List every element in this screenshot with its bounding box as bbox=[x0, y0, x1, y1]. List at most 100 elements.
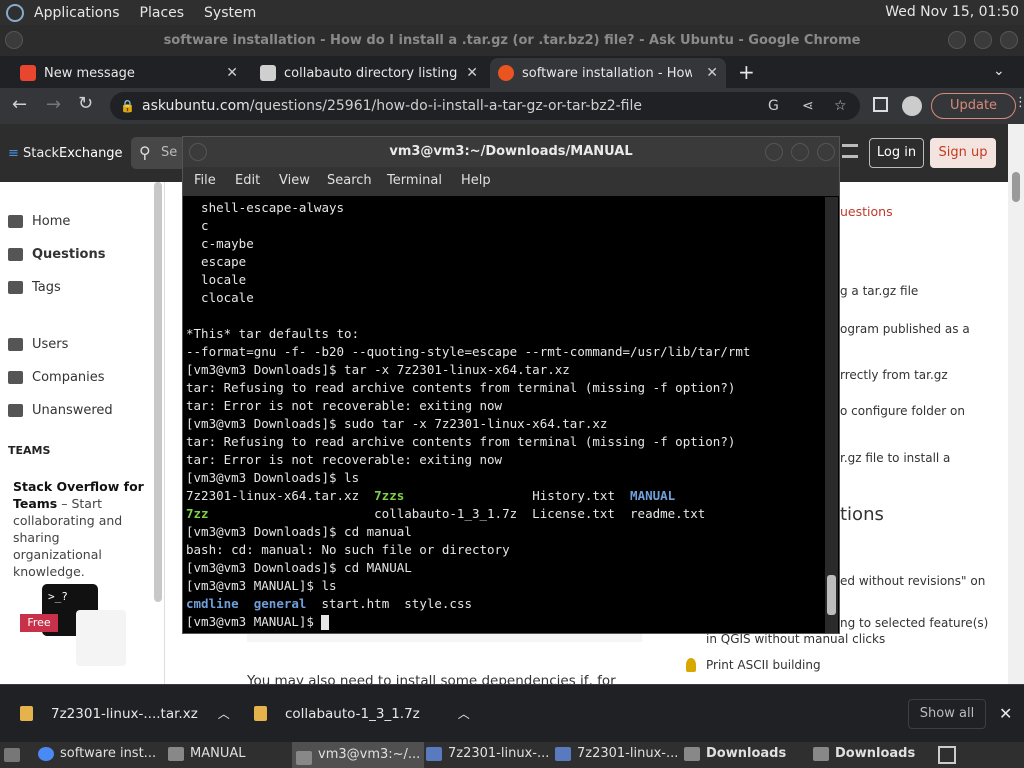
terminal-scrollbar-thumb[interactable] bbox=[827, 575, 836, 615]
related-question-1[interactable]: g a tar.gz file bbox=[840, 284, 918, 298]
download-item-1[interactable]: 7z2301-linux-....tar.xz ︿ bbox=[20, 705, 230, 722]
terminal-output[interactable]: shell-escape-always c c-maybe escape loc… bbox=[186, 199, 822, 631]
left-sidebar: Home Questions Tags Users Companies Unan… bbox=[0, 182, 165, 684]
terminal-maximize-icon[interactable] bbox=[791, 143, 809, 161]
tab-search-icon[interactable]: ⌄ bbox=[993, 63, 1005, 79]
hot-question-2[interactable]: ng to selected feature(s) bbox=[840, 616, 988, 630]
distro-logo-icon[interactable] bbox=[6, 3, 24, 22]
lock-icon[interactable]: 🔒 bbox=[120, 92, 135, 120]
bookmark-star-icon[interactable]: ☆ bbox=[834, 92, 847, 120]
menu-search[interactable]: Search bbox=[327, 173, 372, 188]
tab-collabauto[interactable]: collabauto directory listing ✕ bbox=[252, 58, 484, 88]
terminal-scrollbar[interactable] bbox=[825, 197, 838, 633]
hot-question-3[interactable]: Print ASCII building bbox=[706, 658, 821, 672]
task-archive-1[interactable]: 7z2301-linux-... bbox=[426, 746, 549, 761]
google-lens-icon[interactable]: G bbox=[768, 92, 779, 120]
terminal-icon bbox=[296, 751, 312, 765]
system-menu[interactable]: System bbox=[204, 5, 256, 21]
terminal-line: [vm3@vm3 Downloads]$ cd MANUAL bbox=[186, 560, 412, 575]
chrome-menu-icon[interactable]: ⋮ bbox=[1014, 95, 1024, 110]
terminal-titlebar[interactable]: vm3@vm3:~/Downloads/MANUAL bbox=[183, 137, 839, 167]
profile-avatar-icon[interactable] bbox=[902, 96, 922, 116]
applications-menu[interactable]: Applications bbox=[34, 5, 120, 21]
window-menu-icon[interactable] bbox=[5, 31, 23, 49]
chevron-up-icon[interactable]: ︿ bbox=[218, 705, 230, 722]
nav-unanswered[interactable]: Unanswered bbox=[8, 403, 113, 418]
download-item-2[interactable]: collabauto-1_3_1.7z ︿ bbox=[254, 705, 470, 722]
side-panel-icon[interactable] bbox=[873, 97, 888, 112]
related-question-2[interactable]: ogram published as a bbox=[840, 322, 970, 336]
terminal-line: 7zz collabauto-1_3_1.7z License.txt read… bbox=[186, 506, 706, 521]
sidebar-scrollbar[interactable] bbox=[154, 182, 162, 602]
related-question-4[interactable]: o configure folder on bbox=[840, 404, 965, 418]
share-icon[interactable]: ⋖ bbox=[802, 92, 814, 120]
task-archive-2[interactable]: 7z2301-linux-... bbox=[555, 746, 678, 761]
task-downloads-1[interactable]: Downloads bbox=[684, 746, 786, 761]
stackexchange-logo[interactable]: ≡ StackExchange bbox=[8, 146, 123, 161]
forward-icon[interactable]: → bbox=[46, 94, 61, 115]
menu-terminal[interactable]: Terminal bbox=[387, 173, 442, 188]
tab-new-message[interactable]: New message ✕ bbox=[12, 58, 244, 88]
menu-view[interactable]: View bbox=[279, 173, 310, 188]
chevron-up-icon[interactable]: ︿ bbox=[458, 705, 470, 722]
teams-label: TEAMS bbox=[8, 444, 51, 457]
task-terminal[interactable]: vm3@vm3:~/... bbox=[292, 742, 425, 768]
log-in-button[interactable]: Log in bbox=[869, 138, 924, 168]
file-icon bbox=[20, 706, 33, 721]
clock[interactable]: Wed Nov 15, 01:50 bbox=[885, 4, 1019, 20]
terminal-minimize-icon[interactable] bbox=[765, 143, 783, 161]
reload-icon[interactable]: ↻ bbox=[78, 93, 93, 114]
terminal-line: tar: Refusing to read archive contents f… bbox=[186, 434, 736, 449]
task-manual-folder[interactable]: MANUAL bbox=[168, 746, 246, 761]
terminal-cursor bbox=[321, 615, 330, 630]
teams-promo: Stack Overflow for Teams – Start collabo… bbox=[13, 479, 144, 579]
nav-tags[interactable]: Tags bbox=[8, 280, 61, 295]
unanswered-icon bbox=[8, 404, 23, 417]
workspace-switcher-icon[interactable] bbox=[938, 746, 956, 764]
menu-edit[interactable]: Edit bbox=[235, 173, 260, 188]
nav-users[interactable]: Users bbox=[8, 337, 68, 352]
show-all-button[interactable]: Show all bbox=[908, 699, 986, 729]
maximize-icon[interactable] bbox=[974, 31, 992, 49]
related-question-3[interactable]: rrectly from tar.gz bbox=[840, 368, 948, 382]
update-button[interactable]: Update bbox=[931, 93, 1016, 119]
download-shelf: 7z2301-linux-....tar.xz ︿ collabauto-1_3… bbox=[0, 684, 1024, 742]
task-downloads-2[interactable]: Downloads bbox=[813, 746, 915, 761]
show-desktop-icon[interactable] bbox=[4, 748, 20, 762]
terminal-close-icon[interactable] bbox=[817, 143, 835, 161]
hot-question-1[interactable]: ed without revisions" on bbox=[840, 574, 985, 588]
page-scrollbar[interactable] bbox=[1008, 124, 1024, 684]
related-question-5[interactable]: r.gz file to install a bbox=[840, 451, 950, 465]
places-menu[interactable]: Places bbox=[140, 5, 185, 21]
address-bar[interactable]: 🔒 askubuntu.com/questions/25961/how-do-i… bbox=[110, 92, 860, 120]
terminal-line: 7z2301-linux-x64.tar.xz 7zzs History.txt… bbox=[186, 488, 676, 503]
tab-close-icon[interactable]: ✕ bbox=[466, 65, 478, 81]
hot-question-2-cont[interactable]: in QGIS without manual clicks bbox=[706, 632, 885, 646]
mail-icon bbox=[20, 65, 36, 81]
terminal-window: vm3@vm3:~/Downloads/MANUAL File Edit Vie… bbox=[182, 136, 840, 634]
archive-icon bbox=[426, 746, 442, 761]
nav-companies[interactable]: Companies bbox=[8, 370, 105, 385]
folder-icon bbox=[168, 746, 184, 761]
file-icon bbox=[254, 706, 267, 721]
tab-close-icon[interactable]: ✕ bbox=[226, 65, 238, 81]
page-scrollbar-thumb[interactable] bbox=[1012, 172, 1020, 202]
back-icon[interactable]: ← bbox=[12, 94, 27, 115]
new-tab-icon[interactable]: + bbox=[738, 60, 755, 84]
folder-icon bbox=[813, 746, 829, 761]
close-shelf-icon[interactable]: ✕ bbox=[999, 704, 1012, 723]
sign-up-button[interactable]: Sign up bbox=[930, 138, 996, 168]
tab-close-icon[interactable]: ✕ bbox=[706, 65, 718, 81]
nav-home[interactable]: Home bbox=[8, 214, 70, 229]
minimize-icon[interactable] bbox=[948, 31, 966, 49]
menu-help[interactable]: Help bbox=[461, 173, 491, 188]
nav-questions[interactable]: Questions bbox=[8, 247, 105, 262]
hot-questions-link[interactable]: uestions bbox=[840, 204, 893, 219]
hot-network-heading: tions bbox=[840, 504, 884, 525]
close-window-icon[interactable] bbox=[1000, 31, 1018, 49]
tab-askubuntu[interactable]: software installation - How do ✕ bbox=[490, 58, 726, 88]
terminal-window-menu-icon[interactable] bbox=[189, 143, 207, 161]
menu-file[interactable]: File bbox=[194, 173, 216, 188]
task-chrome[interactable]: software inst... bbox=[38, 746, 156, 761]
hamburger-icon[interactable] bbox=[842, 144, 858, 158]
